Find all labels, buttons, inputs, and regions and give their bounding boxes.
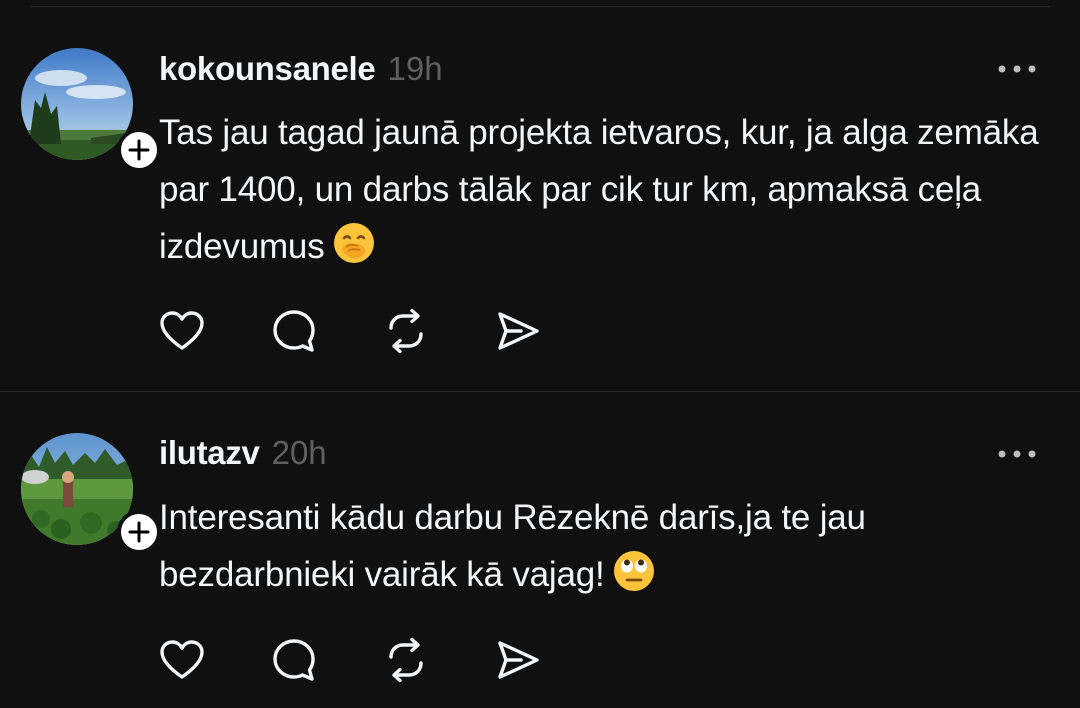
plus-icon [128, 139, 150, 161]
face-with-hand-over-mouth-icon [333, 222, 375, 281]
avatar[interactable] [21, 48, 133, 160]
repost-icon [389, 637, 423, 683]
avatar-container[interactable] [21, 433, 161, 554]
post-actions [159, 308, 541, 354]
post-header: kokounsanele 19h [159, 50, 443, 90]
repost-button[interactable] [383, 308, 429, 354]
comment-button[interactable] [271, 637, 317, 683]
thread-post: kokounsanele 19h Tas jau tagad jaunā pro… [0, 0, 1080, 392]
post-actions [159, 637, 541, 683]
share-icon [498, 312, 539, 350]
comment-button[interactable] [271, 308, 317, 354]
like-button[interactable] [159, 637, 205, 683]
more-options-button[interactable] [994, 54, 1040, 84]
share-button[interactable] [495, 308, 541, 354]
username[interactable]: kokounsanele [159, 50, 376, 88]
follow-button[interactable] [117, 128, 161, 172]
timestamp: 20h [271, 434, 327, 471]
heart-icon [160, 640, 204, 679]
post-text-content: Tas jau tagad jaunā projekta ietvaros, k… [159, 113, 1039, 266]
post-text-content: Interesanti kādu darbu Rēzeknē darīs,ja … [159, 498, 866, 594]
more-dots-icon [998, 450, 1036, 458]
share-icon [498, 641, 539, 679]
follow-button[interactable] [117, 510, 161, 554]
plus-icon [128, 521, 150, 543]
username[interactable]: ilutazv [159, 434, 260, 472]
post-text: Interesanti kādu darbu Rēzeknē darīs,ja … [159, 489, 1039, 609]
post-text: Tas jau tagad jaunā projekta ietvaros, k… [159, 104, 1039, 281]
avatar-image [21, 48, 133, 160]
timestamp: 19h [387, 50, 443, 87]
comment-icon [273, 310, 315, 352]
repost-icon [389, 308, 423, 354]
thread-post: ilutazv 20h Interesanti kādu darbu Rēzek… [0, 392, 1080, 708]
avatar-container[interactable] [21, 48, 161, 172]
more-options-button[interactable] [994, 439, 1040, 469]
face-with-rolling-eyes-icon [613, 550, 655, 609]
post-header: ilutazv 20h [159, 434, 327, 474]
more-dots-icon [998, 65, 1036, 73]
repost-button[interactable] [383, 637, 429, 683]
comment-icon [273, 639, 315, 681]
like-button[interactable] [159, 308, 205, 354]
heart-icon [160, 311, 204, 350]
share-button[interactable] [495, 637, 541, 683]
